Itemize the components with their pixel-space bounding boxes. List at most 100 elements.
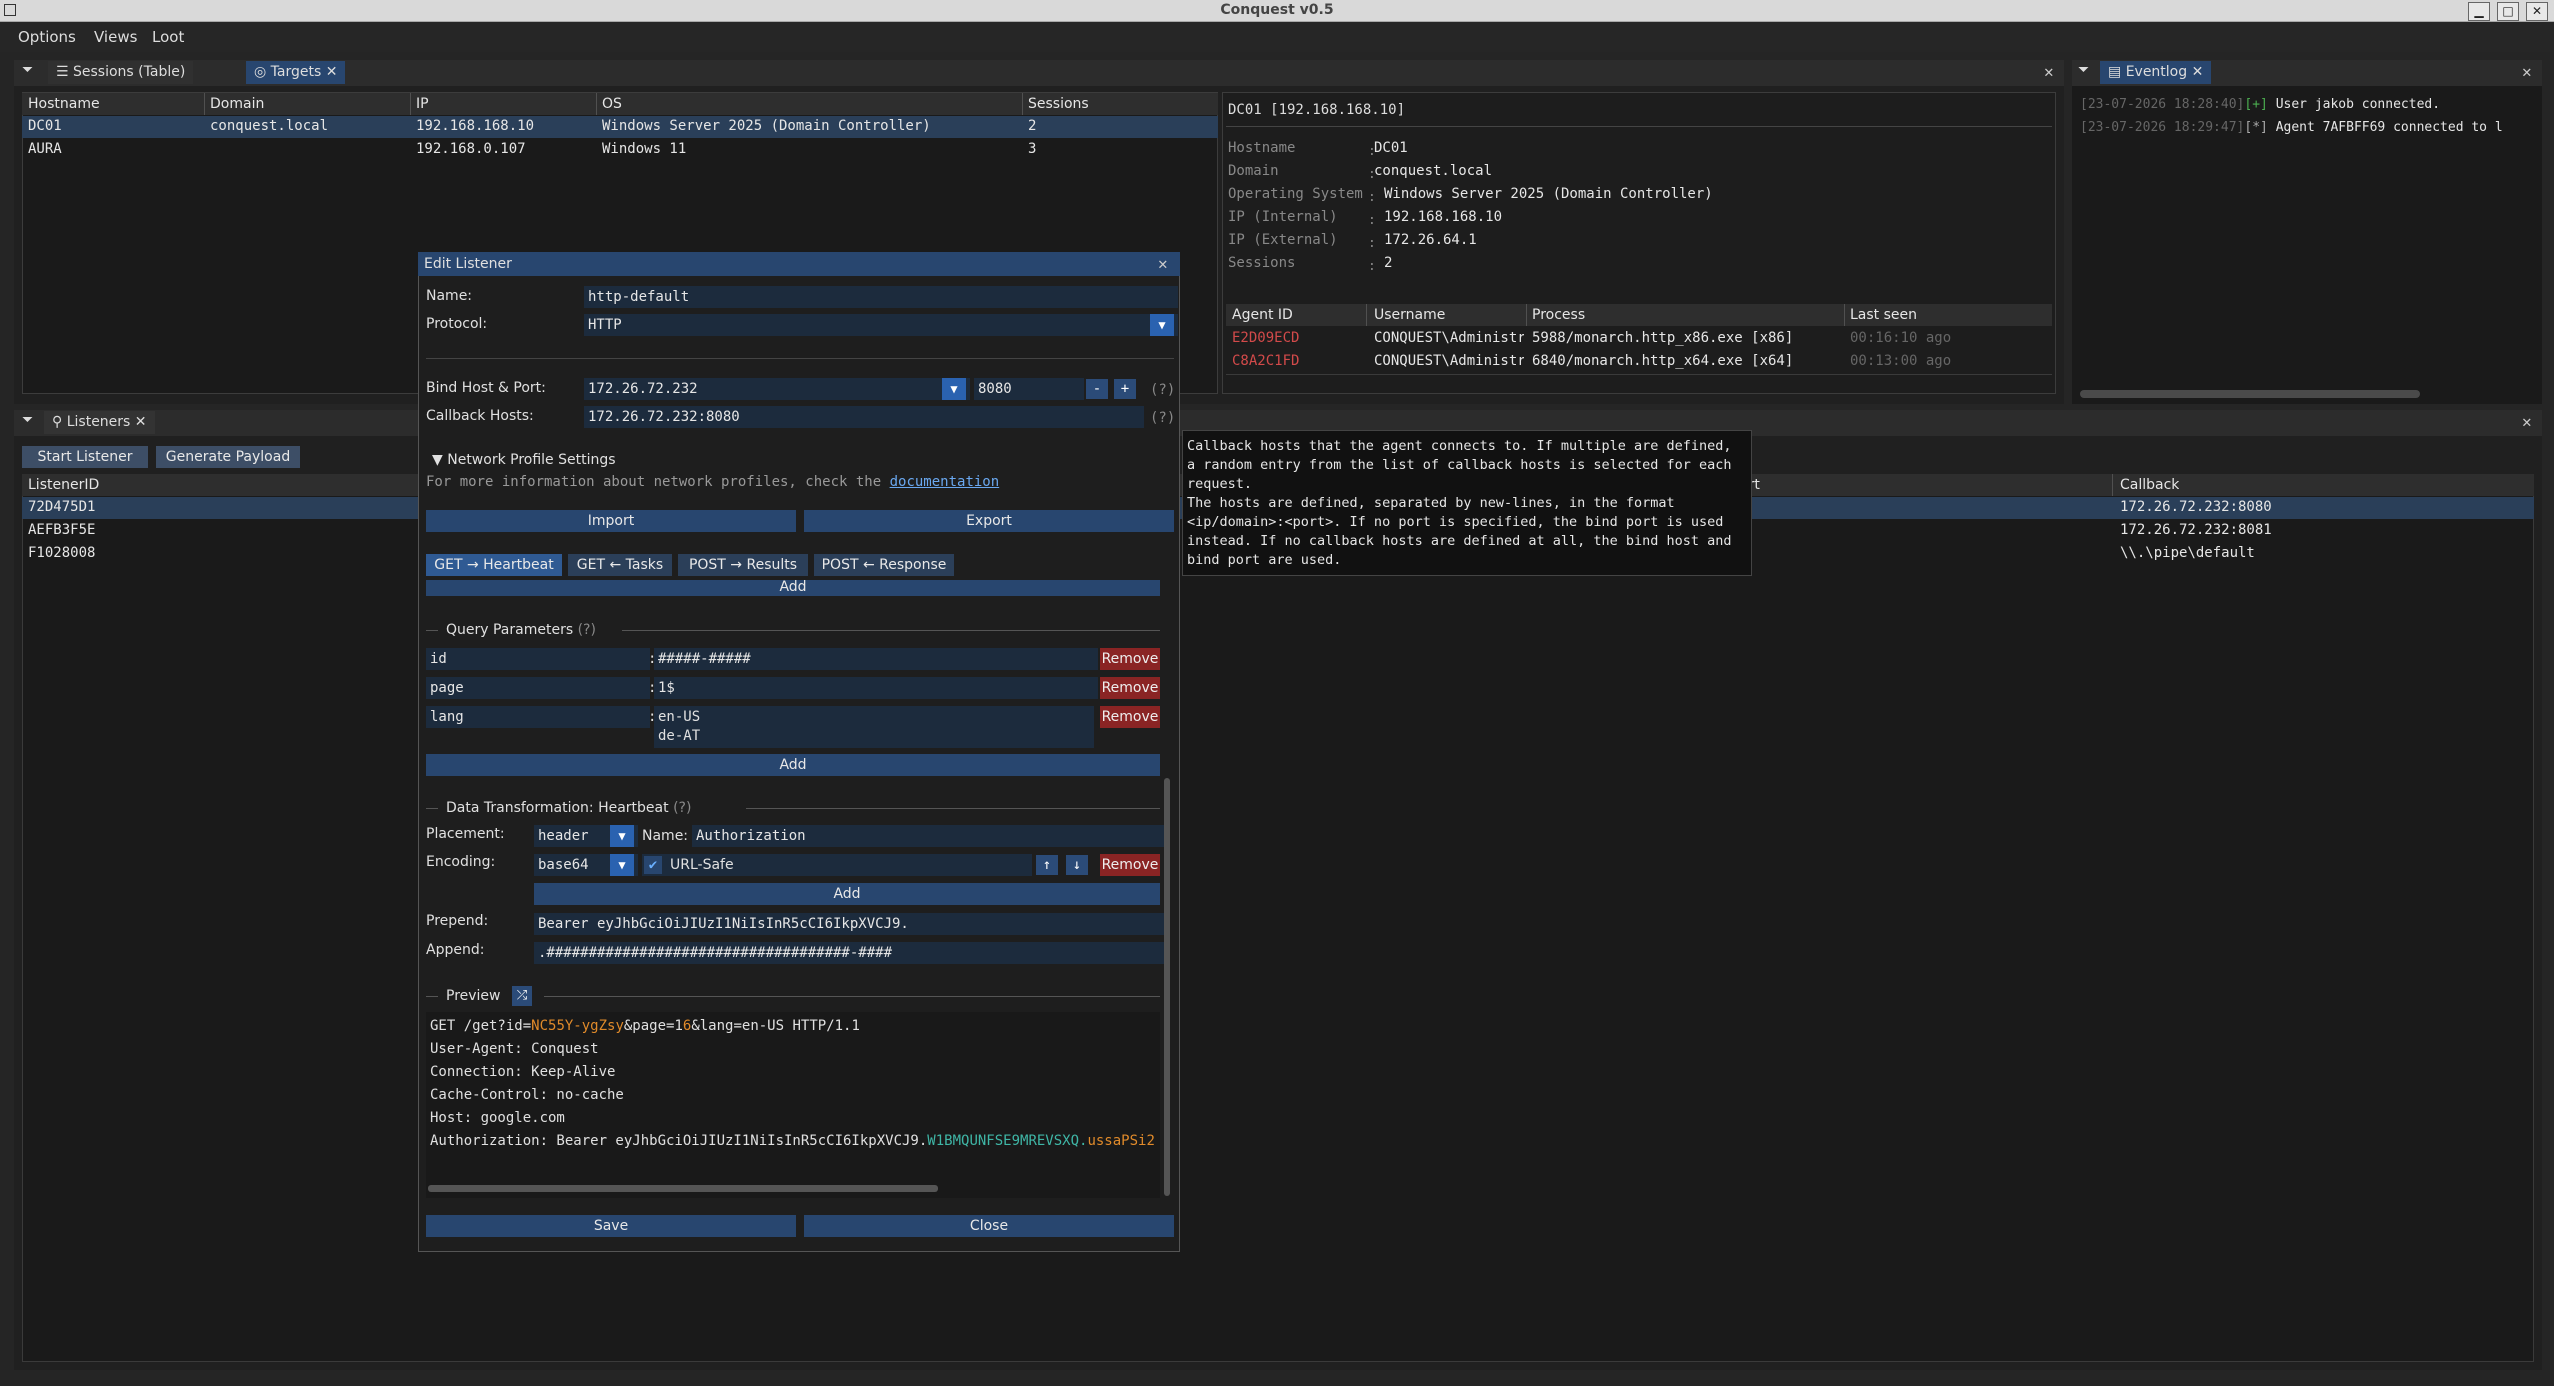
header-name-field[interactable]: Authorization bbox=[692, 825, 1164, 847]
close-button[interactable]: Close bbox=[804, 1215, 1174, 1237]
export-button[interactable]: Export bbox=[804, 510, 1174, 532]
generate-payload-button[interactable]: Generate Payload bbox=[156, 446, 300, 468]
menu-loot[interactable]: Loot bbox=[152, 28, 184, 46]
close-panel-icon[interactable]: ✕ bbox=[2044, 64, 2054, 80]
listener-callback: 172.26.72.232:8081 bbox=[2120, 522, 2272, 538]
callback-label: Callback Hosts: bbox=[426, 408, 534, 424]
query-value-line: en-US bbox=[658, 709, 701, 725]
append-field[interactable]: .####################################-##… bbox=[534, 942, 1164, 964]
urlsafe-checkbox[interactable]: ✔ bbox=[644, 856, 662, 874]
menu-views[interactable]: Views bbox=[94, 28, 137, 46]
query-key-field[interactable]: page bbox=[426, 677, 650, 699]
col-process[interactable]: Process bbox=[1532, 307, 1585, 323]
preview-line: Host: google.com bbox=[430, 1110, 565, 1126]
col-last-seen[interactable]: Last seen bbox=[1850, 307, 1917, 323]
add-encoding-button[interactable]: Add bbox=[534, 883, 1160, 905]
col-domain[interactable]: Domain bbox=[210, 96, 264, 112]
details-header: DC01 [192.168.168.10] bbox=[1228, 102, 1406, 118]
shuffle-icon[interactable]: ⤮ bbox=[512, 986, 532, 1006]
tab-get-tasks[interactable]: GET ← Tasks bbox=[568, 554, 672, 576]
bind-host-select[interactable]: 172.26.72.232 bbox=[584, 378, 970, 400]
chevron-down-icon[interactable]: ▼ bbox=[610, 854, 634, 876]
query-key-field[interactable]: lang bbox=[426, 706, 650, 728]
transform-help-icon[interactable]: (?) bbox=[673, 800, 691, 816]
close-tab-icon[interactable]: ✕ bbox=[2192, 64, 2204, 80]
move-down-icon[interactable]: ↓ bbox=[1066, 855, 1088, 875]
port-decrement-button[interactable]: - bbox=[1086, 379, 1108, 399]
panel-menu-icon[interactable]: ⏷ bbox=[22, 412, 33, 428]
documentation-link[interactable]: documentation bbox=[890, 474, 1000, 490]
col-sessions[interactable]: Sessions bbox=[1028, 96, 1089, 112]
callback-hosts-field[interactable]: 172.26.72.232:8080 bbox=[584, 406, 1144, 428]
tab-post-response[interactable]: POST ← Response bbox=[814, 554, 954, 576]
port-increment-button[interactable]: + bbox=[1114, 379, 1136, 399]
name-field[interactable]: http-default bbox=[584, 286, 1178, 308]
remove-button[interactable]: Remove bbox=[1100, 854, 1160, 876]
col-os[interactable]: OS bbox=[602, 96, 622, 112]
vertical-scrollbar[interactable] bbox=[1164, 778, 1170, 1196]
chevron-down-icon[interactable]: ▼ bbox=[610, 825, 634, 847]
tab-sessions-table[interactable]: ☰ Sessions (Table) bbox=[48, 61, 194, 84]
maximize-button[interactable]: □ bbox=[2497, 2, 2519, 21]
tooltip-line: bind port are used. bbox=[1187, 552, 1342, 568]
query-key-field[interactable]: id bbox=[426, 648, 650, 670]
query-help-icon[interactable]: (?) bbox=[578, 622, 596, 638]
callback-help-icon[interactable]: (?) bbox=[1150, 410, 1175, 426]
tab-targets[interactable]: ◎ Targets ✕ bbox=[246, 61, 346, 84]
col-listener-id[interactable]: ListenerID bbox=[28, 477, 99, 493]
network-profile-header[interactable]: ▼ Network Profile Settings bbox=[432, 452, 616, 468]
close-tab-icon[interactable]: ✕ bbox=[135, 414, 147, 430]
remove-button[interactable]: Remove bbox=[1100, 706, 1160, 728]
menu-options[interactable]: Options bbox=[18, 28, 76, 46]
close-panel-icon[interactable]: ✕ bbox=[2522, 414, 2532, 430]
chevron-down-icon[interactable]: ▼ bbox=[1150, 314, 1174, 336]
chevron-down-icon[interactable]: ▼ bbox=[942, 378, 966, 400]
tab-post-results[interactable]: POST → Results bbox=[678, 554, 808, 576]
bind-help-icon[interactable]: (?) bbox=[1150, 382, 1175, 398]
add-header-button[interactable]: Add bbox=[426, 580, 1160, 596]
tab-listeners[interactable]: ⚲ Listeners ✕ bbox=[44, 411, 155, 434]
col-ip[interactable]: IP bbox=[416, 96, 429, 112]
col-agent-id[interactable]: Agent ID bbox=[1232, 307, 1293, 323]
tab-get-heartbeat[interactable]: GET → Heartbeat bbox=[426, 554, 562, 576]
query-value-multiline[interactable] bbox=[654, 706, 1094, 748]
detail-key: Sessions bbox=[1228, 255, 1296, 271]
detail-value: Windows Server 2025 (Domain Controller) bbox=[1384, 186, 1713, 202]
remove-button[interactable]: Remove bbox=[1100, 677, 1160, 699]
start-listener-button[interactable]: Start Listener bbox=[22, 446, 148, 468]
horizontal-scrollbar[interactable] bbox=[2080, 390, 2420, 398]
listener-id: AEFB3F5E bbox=[28, 522, 96, 538]
query-value-field[interactable]: 1$ bbox=[654, 677, 1098, 699]
detail-value: DC01 bbox=[1374, 140, 1408, 156]
agent-process: 6840/monarch.http_x64.exe [x64] bbox=[1532, 353, 1794, 369]
cell-sessions: 2 bbox=[1028, 118, 1037, 134]
save-button[interactable]: Save bbox=[426, 1215, 796, 1237]
close-tab-icon[interactable]: ✕ bbox=[326, 64, 338, 80]
query-value-field[interactable]: #####-##### bbox=[654, 648, 1098, 670]
panel-menu-icon[interactable]: ⏷ bbox=[22, 62, 33, 78]
prepend-field[interactable]: Bearer eyJhbGciOiJIUzI1NiIsInR5cCI6IkpXV… bbox=[534, 913, 1164, 935]
listener-id: 72D475D1 bbox=[28, 499, 96, 515]
bind-port-field[interactable]: 8080 bbox=[974, 378, 1084, 400]
preview-line: User-Agent: Conquest bbox=[430, 1041, 599, 1057]
preview-line: Authorization: Bearer eyJhbGciOiJIUzI1Ni… bbox=[430, 1133, 1155, 1149]
col-callback[interactable]: Callback bbox=[2120, 477, 2179, 493]
col-hostname[interactable]: Hostname bbox=[28, 96, 100, 112]
move-up-icon[interactable]: ↑ bbox=[1036, 855, 1058, 875]
tab-eventlog[interactable]: ▤ Eventlog ✕ bbox=[2100, 61, 2212, 84]
close-window-button[interactable]: ✕ bbox=[2526, 2, 2548, 21]
preview-scrollbar[interactable] bbox=[428, 1185, 938, 1192]
import-button[interactable]: Import bbox=[426, 510, 796, 532]
panel-menu-icon[interactable]: ⏷ bbox=[2078, 62, 2089, 78]
col-username[interactable]: Username bbox=[1374, 307, 1445, 323]
add-query-param-button[interactable]: Add bbox=[426, 754, 1160, 776]
encoding-label: Encoding: bbox=[426, 854, 496, 870]
remove-button[interactable]: Remove bbox=[1100, 648, 1160, 670]
protocol-select[interactable]: HTTP bbox=[584, 314, 1178, 336]
tooltip-line: The hosts are defined, separated by new-… bbox=[1187, 495, 1675, 511]
dialog-titlebar[interactable] bbox=[418, 252, 1180, 276]
close-panel-icon[interactable]: ✕ bbox=[2522, 64, 2532, 80]
close-dialog-icon[interactable]: ✕ bbox=[1158, 256, 1168, 272]
dialog-title: Edit Listener bbox=[424, 256, 512, 272]
minimize-button[interactable]: ▁ bbox=[2468, 2, 2490, 21]
